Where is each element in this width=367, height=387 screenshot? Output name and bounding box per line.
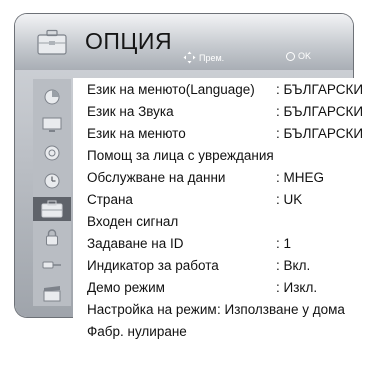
options-list: Език на менюто(Language) БЪЛГАРСКИ Език … [73, 78, 367, 387]
menu-item-country[interactable]: Страна UK [87, 190, 367, 210]
sidebar-item-option[interactable] [33, 197, 71, 221]
menu-item-label: Помощ за лица с увреждания [87, 148, 274, 163]
menu-item-label: Индикатор за работа [87, 258, 219, 273]
sidebar-item-picture[interactable] [33, 85, 71, 109]
menu-item-mode-setting[interactable]: Настройка на режим Използване у дома [87, 300, 367, 320]
menu-item-input-signal[interactable]: Входен сигнал [87, 212, 367, 232]
ok-hint: OK [286, 51, 311, 61]
briefcase-icon [37, 29, 67, 55]
clock-icon [44, 173, 60, 189]
menu-item-label: Входен сигнал [87, 214, 179, 229]
page-title: ОПЦИЯ [85, 28, 173, 54]
picture-icon [44, 89, 60, 105]
audio-icon [44, 145, 60, 161]
clapperboard-icon [43, 286, 61, 302]
menu-item-value: UK [276, 190, 303, 210]
cable-icon [42, 261, 61, 269]
menu-item-menu-language[interactable]: Език на менюто(Language) БЪЛГАРСКИ [87, 80, 367, 100]
sidebar-item-media[interactable] [33, 281, 71, 305]
menu-item-value: БЪЛГАРСКИ [276, 80, 364, 100]
ok-button-icon [286, 51, 295, 61]
menu-item-data-service[interactable]: Обслужване на данни MHEG [87, 168, 367, 188]
menu-item-value: БЪЛГАРСКИ [276, 102, 364, 122]
menu-item-label: Фабр. нулиране [87, 324, 187, 339]
menu-item-value: Вкл. [276, 256, 311, 276]
menu-item-value: 1 [276, 234, 292, 254]
menu-item-label: Език на менюто [87, 126, 186, 141]
sidebar-item-audio[interactable] [33, 141, 71, 165]
move-hint: Прем. [183, 51, 224, 64]
lock-icon [46, 229, 58, 246]
menu-item-label: Обслужване на данни [87, 170, 226, 185]
ok-hint-label: OK [298, 51, 312, 61]
dpad-icon [183, 51, 196, 64]
move-hint-label: Прем. [199, 52, 225, 63]
menu-item-label: Задаване на ID [87, 236, 184, 251]
menu-item-audio-language[interactable]: Език на Звука БЪЛГАРСКИ [87, 102, 367, 122]
menu-item-value: Използване у дома [217, 300, 345, 320]
menu-item-menu-language-2[interactable]: Език на менюто БЪЛГАРСКИ [87, 124, 367, 144]
menu-item-factory-reset[interactable]: Фабр. нулиране [87, 322, 367, 342]
category-sidebar [33, 79, 71, 306]
menu-item-value: БЪЛГАРСКИ [276, 124, 364, 144]
sidebar-item-screen[interactable] [33, 113, 71, 137]
menu-item-label: Език на Звука [87, 104, 174, 119]
menu-header: ОПЦИЯ Прем. OK [15, 14, 353, 70]
menu-item-demo-mode[interactable]: Демо режим Изкл. [87, 278, 367, 298]
sidebar-item-lock[interactable] [33, 225, 71, 249]
screen-icon [42, 117, 62, 132]
menu-item-power-indicator[interactable]: Индикатор за работа Вкл. [87, 256, 367, 276]
menu-item-label: Демо режим [87, 280, 165, 295]
menu-item-label: Настройка на режим [87, 302, 217, 317]
briefcase-icon [41, 200, 63, 218]
sidebar-item-input[interactable] [33, 253, 71, 277]
menu-item-label: Страна [87, 192, 133, 207]
menu-item-accessibility[interactable]: Помощ за лица с увреждания [87, 146, 367, 166]
menu-item-set-id[interactable]: Задаване на ID 1 [87, 234, 367, 254]
menu-item-label: Език на менюто(Language) [87, 82, 255, 97]
menu-item-value: Изкл. [276, 278, 318, 298]
sidebar-item-time[interactable] [33, 169, 71, 193]
menu-item-value: MHEG [276, 168, 325, 188]
